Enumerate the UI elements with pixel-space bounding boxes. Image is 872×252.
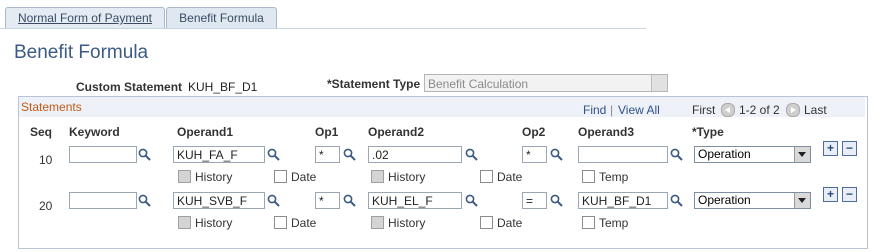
row-seq: 20 — [39, 199, 53, 213]
history-checkbox — [178, 170, 191, 183]
add-row-button[interactable]: + — [823, 187, 838, 202]
search-icon[interactable] — [550, 148, 563, 161]
page-title: Benefit Formula — [14, 42, 149, 63]
keyword-input[interactable] — [69, 146, 137, 163]
date-checkbox[interactable] — [480, 170, 493, 183]
search-icon[interactable] — [550, 194, 563, 207]
date-label: Date — [291, 216, 317, 230]
chevron-down-icon — [651, 75, 667, 91]
temp-label: Temp — [599, 216, 629, 230]
col-op2: Op2 — [522, 125, 546, 139]
search-icon[interactable] — [138, 194, 151, 207]
history-checkbox — [371, 170, 384, 183]
date-label: Date — [291, 170, 317, 184]
search-icon[interactable] — [670, 194, 683, 207]
type-select-value: Operation — [698, 147, 751, 161]
operand2-input[interactable]: .02 — [368, 146, 462, 163]
chevron-down-icon — [794, 193, 810, 208]
history-label: History — [195, 216, 233, 230]
col-operand2: Operand2 — [368, 125, 425, 139]
operand3-input[interactable]: KUH_BF_D1 — [578, 192, 668, 209]
tab-benefit-formula[interactable]: Benefit Formula — [166, 7, 277, 29]
last-label: Last — [804, 103, 827, 117]
type-select-value: Operation — [698, 193, 751, 207]
temp-label: Temp — [599, 170, 629, 184]
keyword-input[interactable] — [69, 192, 137, 209]
date-checkbox[interactable] — [274, 170, 287, 183]
delete-row-button[interactable]: − — [842, 187, 857, 202]
search-icon[interactable] — [465, 148, 478, 161]
col-operand3: Operand3 — [578, 125, 635, 139]
date-checkbox[interactable] — [480, 216, 493, 229]
op2-input[interactable]: = — [522, 192, 547, 209]
chevron-down-icon — [794, 147, 810, 162]
operand2-input[interactable]: KUH_EL_F — [368, 192, 462, 209]
history-checkbox — [178, 216, 191, 229]
date-checkbox[interactable] — [274, 216, 287, 229]
col-type: *Type — [692, 125, 724, 139]
delete-row-button[interactable]: − — [842, 141, 857, 156]
temp-checkbox[interactable] — [582, 216, 595, 229]
statements-grid — [18, 96, 868, 249]
operand1-input[interactable]: KUH_FA_F — [173, 146, 265, 163]
custom-statement-label: Custom Statement — [76, 80, 183, 94]
op2-input[interactable]: * — [522, 146, 547, 163]
search-icon[interactable] — [343, 194, 356, 207]
row-seq: 10 — [39, 153, 53, 167]
op1-input[interactable]: * — [315, 192, 340, 209]
col-seq: Seq — [30, 125, 53, 139]
date-label: Date — [497, 216, 523, 230]
history-label: History — [195, 170, 233, 184]
search-icon[interactable] — [138, 148, 151, 161]
history-checkbox — [371, 216, 384, 229]
op1-input[interactable]: * — [315, 146, 340, 163]
date-label: Date — [497, 170, 523, 184]
history-label: History — [388, 170, 426, 184]
search-icon[interactable] — [343, 148, 356, 161]
search-icon[interactable] — [267, 148, 280, 161]
search-icon[interactable] — [465, 194, 478, 207]
find-link[interactable]: Find — [583, 103, 606, 117]
next-row-icon[interactable] — [786, 103, 800, 117]
operand1-input[interactable]: KUH_SVB_F — [173, 192, 265, 209]
statement-type-label: *Statement Type — [327, 77, 421, 91]
tab-divider — [0, 28, 646, 29]
col-op1: Op1 — [315, 125, 339, 139]
statement-type-select: Benefit Calculation — [424, 74, 668, 92]
first-label: First — [692, 103, 716, 117]
nav-separator: | — [610, 103, 614, 117]
add-row-button[interactable]: + — [823, 141, 838, 156]
type-select[interactable]: Operation — [694, 146, 811, 163]
history-label: History — [388, 216, 426, 230]
previous-row-icon[interactable] — [721, 103, 735, 117]
tab-normal-form-of-payment[interactable]: Normal Form of Payment — [5, 7, 165, 28]
type-select[interactable]: Operation — [694, 192, 811, 209]
temp-checkbox[interactable] — [582, 170, 595, 183]
statement-type-value: Benefit Calculation — [428, 77, 529, 91]
view-all-link[interactable]: View All — [618, 103, 660, 117]
row-range-text: 1-2 of 2 — [739, 103, 780, 117]
search-icon[interactable] — [670, 148, 683, 161]
col-keyword: Keyword — [69, 125, 120, 139]
search-icon[interactable] — [267, 194, 280, 207]
statements-grid-title: Statements — [21, 100, 82, 114]
custom-statement-value: KUH_BF_D1 — [188, 80, 258, 94]
col-operand1: Operand1 — [177, 125, 234, 139]
operand3-input[interactable] — [578, 146, 668, 163]
